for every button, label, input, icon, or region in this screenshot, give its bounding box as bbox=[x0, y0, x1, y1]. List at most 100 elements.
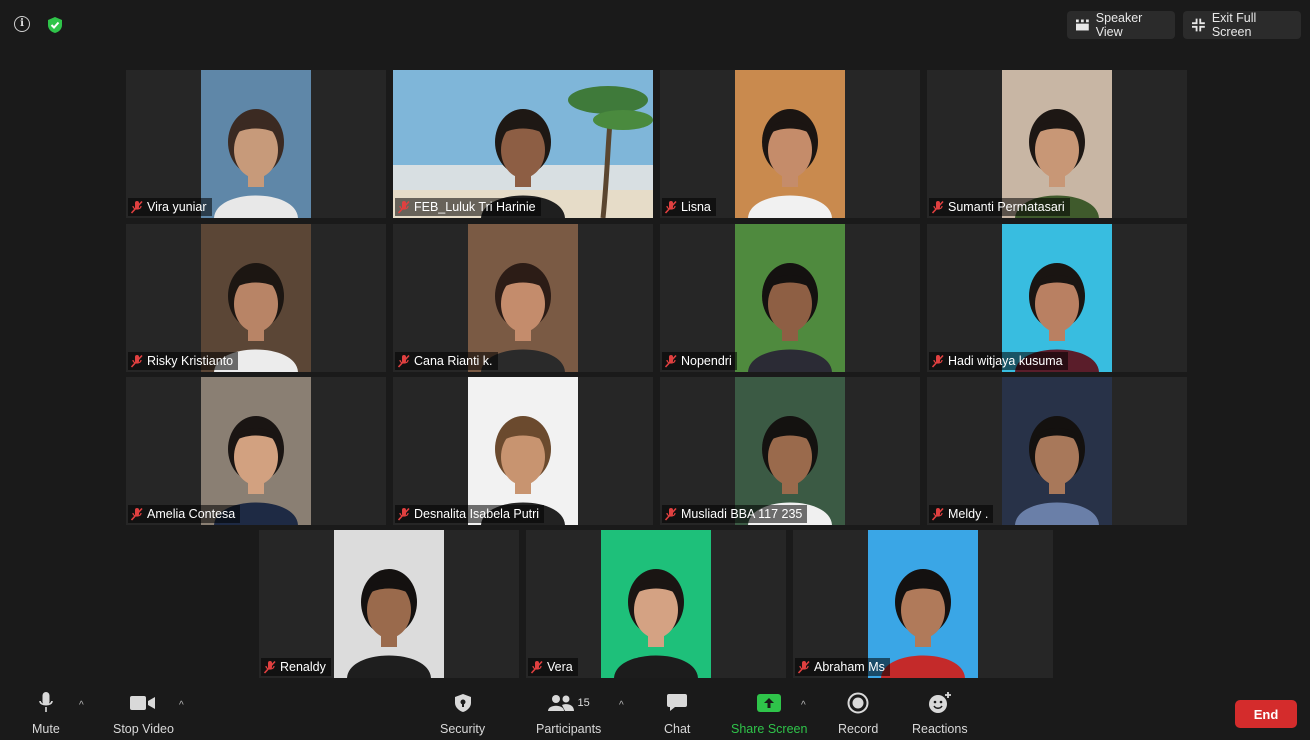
participant-video-feed bbox=[1002, 70, 1112, 218]
participants-options-caret-icon[interactable]: ^ bbox=[619, 700, 624, 711]
muted-microphone-icon bbox=[664, 354, 678, 368]
participant-name-tag: Abraham Ms bbox=[795, 658, 890, 676]
exit-full-screen-label: Exit Full Screen bbox=[1211, 11, 1257, 39]
muted-microphone-icon bbox=[797, 660, 811, 674]
participant-video-feed bbox=[1002, 224, 1112, 372]
participants-icon bbox=[547, 695, 574, 711]
participant-video-feed bbox=[393, 70, 653, 218]
participant-video-tile[interactable]: FEB_Luluk Tri Harinie bbox=[393, 70, 653, 218]
participant-name: Cana Rianti k. bbox=[414, 354, 493, 368]
mute-button[interactable]: Mute bbox=[32, 690, 60, 736]
participant-count: 15 bbox=[577, 697, 590, 709]
reactions-label: Reactions bbox=[912, 722, 968, 736]
end-meeting-button[interactable]: End bbox=[1235, 700, 1297, 728]
participant-name: Sumanti Permatasari bbox=[948, 200, 1065, 214]
mute-label: Mute bbox=[32, 722, 60, 736]
participant-video-feed bbox=[735, 224, 845, 372]
participant-name: Musliadi BBA 117 235 bbox=[681, 507, 803, 521]
muted-microphone-icon bbox=[130, 354, 144, 368]
participant-name: Desnalita Isabela Putri bbox=[414, 507, 540, 521]
participant-video-feed bbox=[1002, 377, 1112, 525]
participant-name: Nopendri bbox=[681, 354, 732, 368]
stop-video-button[interactable]: Stop Video bbox=[113, 690, 174, 736]
participant-name-tag: Lisna bbox=[662, 198, 716, 216]
speaker-view-label: Speaker View bbox=[1095, 11, 1143, 39]
security-label: Security bbox=[440, 722, 486, 736]
exit-full-screen-button[interactable]: Exit Full Screen bbox=[1183, 11, 1301, 39]
meeting-controls-bar: Mute ^ Stop Video ^ Security 15 Particip… bbox=[0, 684, 1310, 740]
participant-name-tag: Cana Rianti k. bbox=[395, 352, 498, 370]
participant-video-tile[interactable]: Amelia Contesa bbox=[126, 377, 386, 525]
audio-options-caret-icon[interactable]: ^ bbox=[79, 700, 84, 711]
muted-microphone-icon bbox=[397, 507, 411, 521]
muted-microphone-icon bbox=[263, 660, 277, 674]
participant-video-tile[interactable]: Meldy . bbox=[927, 377, 1187, 525]
record-button[interactable]: Record bbox=[838, 690, 878, 736]
share-options-caret-icon[interactable]: ^ bbox=[801, 700, 806, 711]
muted-microphone-icon bbox=[931, 354, 945, 368]
participant-video-tile[interactable]: Lisna bbox=[660, 70, 920, 218]
info-icon[interactable]: i bbox=[14, 16, 30, 32]
participants-label: Participants bbox=[536, 722, 602, 736]
participant-video-tile[interactable]: Vira yuniar bbox=[126, 70, 386, 218]
participant-name-tag: Vira yuniar bbox=[128, 198, 212, 216]
chat-label: Chat bbox=[664, 722, 691, 736]
record-icon bbox=[847, 692, 869, 714]
participant-name: Risky Kristianto bbox=[147, 354, 234, 368]
chat-bubble-icon bbox=[667, 694, 688, 711]
participant-video-tile[interactable]: Vera bbox=[526, 530, 786, 678]
participant-video-tile[interactable]: Risky Kristianto bbox=[126, 224, 386, 372]
participant-name-tag: FEB_Luluk Tri Harinie bbox=[395, 198, 541, 216]
participant-name-tag: Amelia Contesa bbox=[128, 505, 241, 523]
participant-video-feed bbox=[868, 530, 978, 678]
participant-name: Abraham Ms bbox=[814, 660, 885, 674]
speaker-view-icon bbox=[1076, 19, 1089, 31]
muted-microphone-icon bbox=[664, 507, 678, 521]
participant-name-tag: Desnalita Isabela Putri bbox=[395, 505, 545, 523]
participant-name-tag: Nopendri bbox=[662, 352, 737, 370]
participant-video-feed bbox=[468, 224, 578, 372]
share-screen-label: Share Screen bbox=[731, 722, 808, 736]
participant-video-tile[interactable]: Cana Rianti k. bbox=[393, 224, 653, 372]
participant-video-tile[interactable]: Hadi witjaya kusuma bbox=[927, 224, 1187, 372]
participant-video-tile[interactable]: Desnalita Isabela Putri bbox=[393, 377, 653, 525]
participant-video-feed bbox=[334, 530, 444, 678]
participant-name: Hadi witjaya kusuma bbox=[948, 354, 1063, 368]
participant-name-tag: Musliadi BBA 117 235 bbox=[662, 505, 808, 523]
encryption-shield-icon[interactable] bbox=[42, 14, 68, 36]
participants-button[interactable]: 15 Participants bbox=[536, 690, 601, 736]
participant-name: Amelia Contesa bbox=[147, 507, 236, 521]
security-button[interactable]: Security bbox=[440, 690, 485, 736]
participant-name-tag: Hadi witjaya kusuma bbox=[929, 352, 1068, 370]
participant-name-tag: Sumanti Permatasari bbox=[929, 198, 1070, 216]
share-screen-arrow-icon bbox=[757, 694, 782, 712]
microphone-icon bbox=[39, 692, 53, 712]
muted-microphone-icon bbox=[931, 200, 945, 214]
chat-button[interactable]: Chat bbox=[664, 690, 690, 736]
participant-video-feed bbox=[735, 70, 845, 218]
video-camera-icon bbox=[130, 696, 156, 710]
participant-video-tile[interactable]: Abraham Ms bbox=[793, 530, 1053, 678]
muted-microphone-icon bbox=[530, 660, 544, 674]
participant-name: Lisna bbox=[681, 200, 711, 214]
muted-microphone-icon bbox=[130, 200, 144, 214]
participant-video-tile[interactable]: Musliadi BBA 117 235 bbox=[660, 377, 920, 525]
record-label: Record bbox=[838, 722, 879, 736]
stop-video-label: Stop Video bbox=[113, 722, 174, 736]
reactions-button[interactable]: Reactions bbox=[912, 690, 968, 736]
participant-video-tile[interactable]: Renaldy bbox=[259, 530, 519, 678]
participant-name-tag: Vera bbox=[528, 658, 578, 676]
share-screen-button[interactable]: Share Screen bbox=[731, 690, 807, 736]
participant-video-tile[interactable]: Sumanti Permatasari bbox=[927, 70, 1187, 218]
video-options-caret-icon[interactable]: ^ bbox=[179, 700, 184, 711]
top-bar: i Speaker View Exit Full Screen bbox=[0, 0, 1310, 50]
participant-video-tile[interactable]: Nopendri bbox=[660, 224, 920, 372]
exit-full-screen-icon bbox=[1192, 18, 1205, 32]
speaker-view-button[interactable]: Speaker View bbox=[1067, 11, 1175, 39]
participant-name-tag: Meldy . bbox=[929, 505, 994, 523]
muted-microphone-icon bbox=[664, 200, 678, 214]
participant-video-feed bbox=[468, 377, 578, 525]
security-shield-icon bbox=[454, 694, 471, 712]
participant-video-feed bbox=[201, 224, 311, 372]
participant-video-feed bbox=[735, 377, 845, 525]
